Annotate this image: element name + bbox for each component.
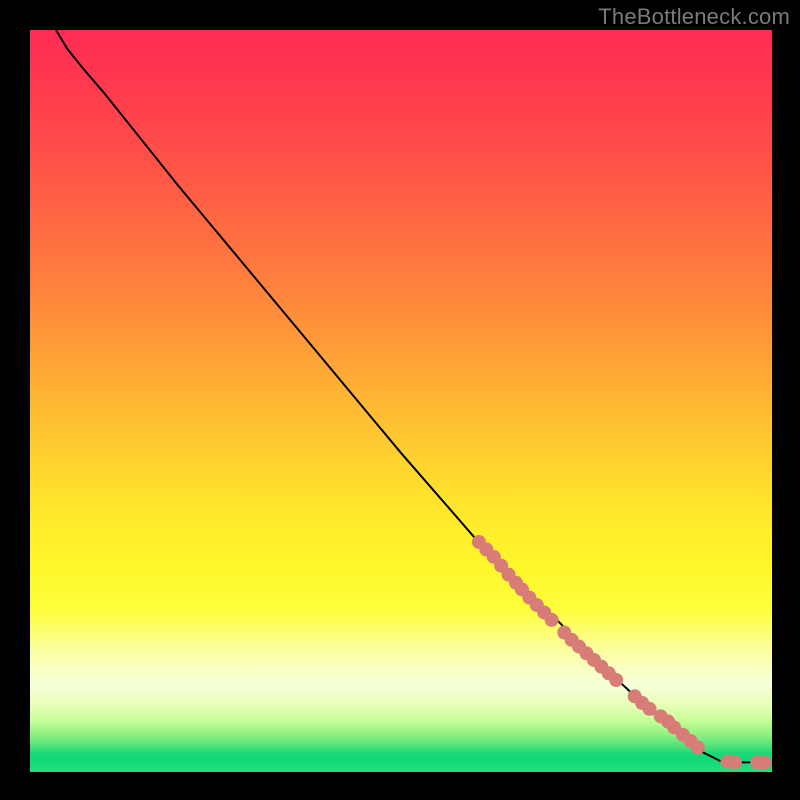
chart-svg [30, 30, 772, 772]
frame-left [0, 0, 30, 800]
attribution-text: TheBottleneck.com [598, 4, 790, 30]
frame-bottom [0, 772, 800, 800]
bottleneck-curve [56, 30, 765, 762]
curve-line [56, 30, 765, 762]
frame-right [772, 0, 800, 800]
data-point-marker [691, 741, 705, 755]
curve-markers [472, 535, 772, 769]
chart-container: TheBottleneck.com [0, 0, 800, 800]
data-point-marker [758, 755, 772, 769]
data-point-marker [728, 755, 742, 769]
data-point-marker [545, 613, 559, 627]
data-point-marker [609, 673, 623, 687]
